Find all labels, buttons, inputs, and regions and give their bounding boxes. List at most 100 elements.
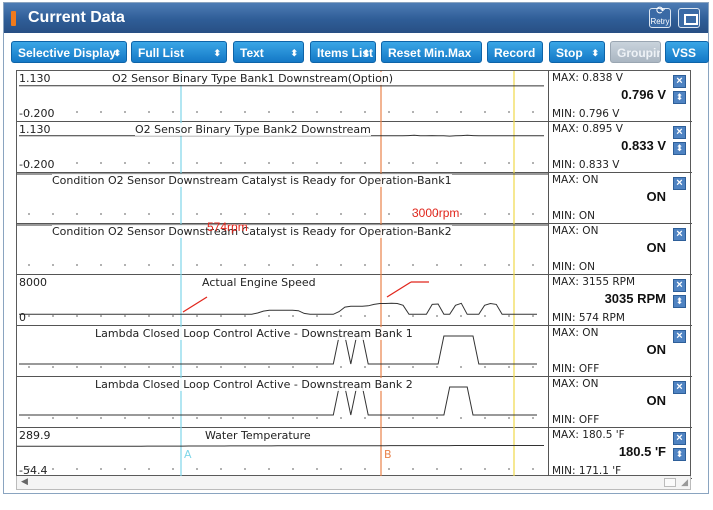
- cursor-a-label: A: [184, 448, 192, 461]
- sensor-name: Condition O2 Sensor Downstream Catalyst …: [52, 174, 452, 187]
- max-value: MAX: 3155 RPM: [552, 276, 636, 288]
- close-icon[interactable]: ×: [673, 432, 686, 445]
- sensor-name: O2 Sensor Binary Type Bank2 Downstream: [135, 123, 371, 136]
- min-value: MIN: 574 RPM: [552, 312, 625, 324]
- graph-panel: O2 Sensor Binary Type Bank1 Downstream(O…: [16, 70, 692, 479]
- toolbar-button-label: Selective Display: [18, 46, 117, 60]
- max-value: MAX: 180.5 'F: [552, 429, 625, 441]
- retry-label: Retry: [650, 17, 670, 26]
- restore-window-icon[interactable]: [678, 8, 700, 28]
- sensor-name: Water Temperature: [205, 429, 311, 442]
- max-value: MAX: ON: [552, 225, 599, 237]
- value-panel: MAX: 0.838 V 0.796 V MIN: 0.796 V × ⬍ MAX: 0.…: [548, 71, 692, 479]
- retry-icon[interactable]: Retry: [649, 1, 671, 28]
- sensor-series-line: [19, 335, 537, 365]
- sensor-strip[interactable]: Water Temperature 289.9 -54.4 A B: [17, 428, 548, 479]
- sensor-value-row: MAX: 0.895 V 0.833 V MIN: 0.833 V × ⬍: [549, 122, 692, 173]
- toolbar-button-record[interactable]: Record: [487, 41, 543, 63]
- toolbar-button-stop[interactable]: Stop ⬍: [549, 41, 605, 63]
- toolbar-button-vss[interactable]: VSS: [665, 41, 709, 63]
- unit-toggle-icon[interactable]: ⬍: [673, 91, 686, 104]
- sensor-strip[interactable]: Lambda Closed Loop Control Active - Down…: [17, 377, 548, 428]
- dropdown-caret-icon: ⬍: [362, 48, 370, 58]
- max-value: MAX: ON: [552, 327, 599, 339]
- sensor-series-line: [19, 302, 537, 315]
- sensor-name: Condition O2 Sensor Downstream Catalyst …: [52, 225, 452, 238]
- min-value: MIN: OFF: [552, 414, 600, 426]
- sensor-series-line: [19, 386, 537, 416]
- y-axis-max: 8000: [19, 276, 47, 289]
- y-axis-min: -0.200: [19, 107, 55, 120]
- min-value: MIN: OFF: [552, 363, 600, 375]
- toolbar-button-text[interactable]: Text ⬍: [233, 41, 304, 63]
- toolbar-button-label: Text: [240, 46, 264, 60]
- close-icon[interactable]: ×: [673, 177, 686, 190]
- max-value: MAX: ON: [552, 378, 599, 390]
- dropdown-caret-icon: ⬍: [213, 48, 221, 58]
- sensor-name: Lambda Closed Loop Control Active - Down…: [95, 327, 413, 340]
- current-value: ON: [646, 240, 667, 255]
- close-icon[interactable]: ×: [673, 330, 686, 343]
- dropdown-caret-icon: ⬍: [113, 48, 121, 58]
- y-axis-min: 0: [19, 311, 26, 324]
- min-value: MIN: 0.833 V: [552, 159, 620, 171]
- annotation-arrow-high: [386, 281, 412, 298]
- unit-toggle-icon[interactable]: ⬍: [673, 142, 686, 155]
- cursor-b-label: B: [384, 448, 392, 461]
- sensor-name: Lambda Closed Loop Control Active - Down…: [95, 378, 413, 391]
- min-value: MIN: 0.796 V: [552, 108, 620, 120]
- unit-toggle-icon[interactable]: ⬍: [673, 295, 686, 308]
- sensor-strip[interactable]: Lambda Closed Loop Control Active - Down…: [17, 326, 548, 377]
- dropdown-caret-icon: ⬍: [290, 48, 298, 58]
- close-icon[interactable]: ×: [673, 381, 686, 394]
- toolbar-button-label: Grouping: [617, 46, 660, 60]
- close-icon[interactable]: ×: [673, 75, 686, 88]
- min-value: MIN: ON: [552, 210, 596, 222]
- toolbar-button-full-list[interactable]: Full List ⬍: [131, 41, 227, 63]
- sensor-value-row: MAX: 3155 RPM 3035 RPM MIN: 574 RPM × ⬍: [549, 275, 692, 326]
- close-icon[interactable]: ×: [673, 279, 686, 292]
- toolbar-button-reset-min-max[interactable]: Reset Min.Max: [381, 41, 482, 63]
- toolbar-button-selective-display[interactable]: Selective Display ⬍: [11, 41, 127, 63]
- sensor-series-line: [17, 445, 544, 447]
- toolbar-button-label: VSS: [672, 46, 697, 60]
- y-axis-min: -0.200: [19, 158, 55, 171]
- sensor-strip[interactable]: Condition O2 Sensor Downstream Catalyst …: [17, 173, 548, 224]
- window-title: Current Data: [28, 9, 125, 26]
- sensor-value-row: MAX: ON ON MIN: ON ×: [549, 173, 692, 224]
- current-value: 180.5 'F: [618, 444, 666, 459]
- toolbar-button-label: Full List: [138, 46, 184, 60]
- max-value: MAX: 0.895 V: [552, 123, 623, 135]
- sensor-value-row: MAX: 180.5 'F 180.5 'F MIN: 171.1 'F × ⬍: [549, 428, 692, 479]
- dropdown-caret-icon: ⬍: [591, 48, 599, 58]
- title-bar: Current Data Retry: [4, 1, 708, 33]
- sensor-value-row: MAX: 0.838 V 0.796 V MIN: 0.796 V × ⬍: [549, 71, 692, 122]
- current-value: ON: [646, 342, 667, 357]
- close-icon[interactable]: ×: [673, 126, 686, 139]
- toolbar-button-grouping[interactable]: Grouping: [610, 41, 661, 63]
- max-value: MAX: 0.838 V: [552, 72, 623, 84]
- sensor-value-row: MAX: ON ON MIN: OFF ×: [549, 326, 692, 377]
- min-value: MIN: ON: [552, 261, 596, 273]
- sensor-value-row: MAX: ON ON MIN: OFF ×: [549, 377, 692, 428]
- annotation-low-rpm: 574rpm: [207, 220, 248, 234]
- scroll-thumb[interactable]: [664, 478, 676, 487]
- toolbar: Selective Display ⬍ Full List ⬍ Text ⬍ Items L…: [4, 33, 709, 69]
- sensor-name: Actual Engine Speed: [202, 276, 316, 289]
- current-value: 3035 RPM: [604, 291, 666, 306]
- close-icon[interactable]: ×: [673, 228, 686, 241]
- toolbar-button-items-list[interactable]: Items List ⬍: [310, 41, 376, 63]
- sensor-strip[interactable]: O2 Sensor Binary Type Bank2 Downstream 1.…: [17, 122, 548, 173]
- unit-toggle-icon[interactable]: ⬍: [673, 448, 686, 461]
- y-axis-max: 289.9: [19, 429, 51, 442]
- sensor-strip[interactable]: Condition O2 Sensor Downstream Catalyst …: [17, 224, 548, 275]
- sensor-strip[interactable]: Actual Engine Speed 8000 0: [17, 275, 548, 326]
- sensor-strip[interactable]: O2 Sensor Binary Type Bank1 Downstream(O…: [17, 71, 548, 122]
- resize-grip-icon[interactable]: ◢: [681, 477, 688, 489]
- annotation-high-rpm: 3000rpm: [412, 206, 460, 220]
- y-axis-max: 1.130: [19, 123, 51, 136]
- horizontal-scrollbar[interactable]: ◀ ◢: [16, 476, 691, 490]
- y-axis-max: 1.130: [19, 72, 51, 85]
- title-marker-icon: [11, 11, 16, 26]
- scroll-left-arrow-icon[interactable]: ◀: [21, 476, 28, 489]
